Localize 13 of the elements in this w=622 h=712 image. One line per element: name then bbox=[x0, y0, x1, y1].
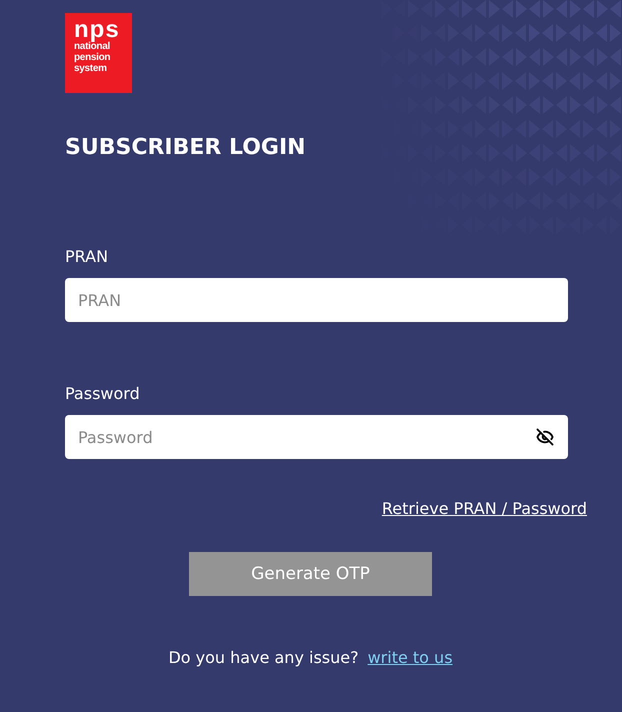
write-to-us-link[interactable]: write to us bbox=[368, 648, 453, 667]
logo-mark: nps bbox=[74, 19, 121, 41]
logo-text: national bbox=[74, 41, 110, 52]
page-title: SUBSCRIBER LOGIN bbox=[65, 134, 306, 162]
logo-text: pension bbox=[74, 52, 112, 63]
input-field[interactable]: PRAN bbox=[65, 278, 568, 322]
field-label: Password bbox=[65, 384, 140, 404]
eye-off-icon[interactable] bbox=[536, 428, 554, 446]
logo-text: system bbox=[74, 63, 108, 74]
retrieve-link[interactable]: Retrieve PRAN / Password bbox=[382, 499, 587, 518]
footer-text: Do you have any issue? bbox=[168, 648, 359, 667]
password-field[interactable]: Password bbox=[65, 415, 568, 459]
field-label: PRAN bbox=[65, 247, 108, 267]
